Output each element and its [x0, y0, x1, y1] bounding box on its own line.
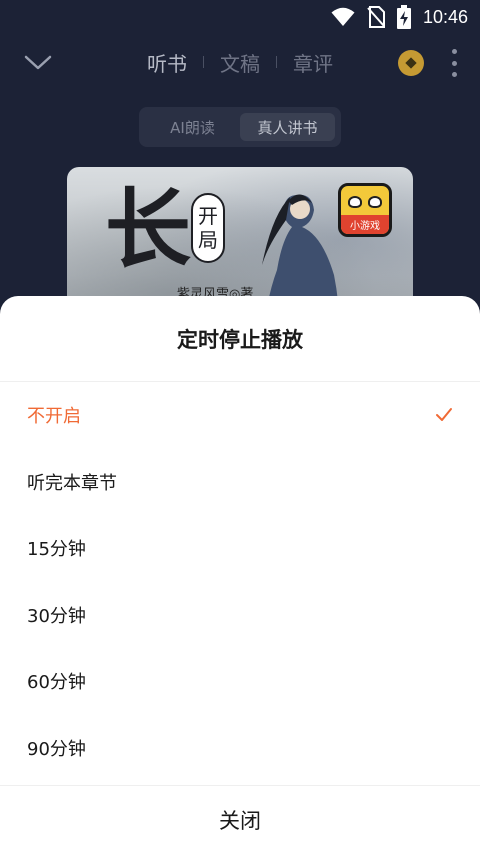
timer-option-end-of-chapter[interactable]: 听完本章节	[0, 449, 480, 516]
sheet-title: 定时停止播放	[0, 296, 480, 382]
timer-option-label: 不开启	[27, 406, 81, 428]
timer-option-label: 15分钟	[27, 539, 86, 561]
timer-option-label: 60分钟	[27, 672, 86, 694]
timer-option-15min[interactable]: 15分钟	[0, 515, 480, 582]
timer-option-label: 听完本章节	[27, 472, 117, 494]
sleep-timer-sheet: 定时停止播放 不开启 听完本章节 15分钟 30分钟 60分钟 90分钟 关闭	[0, 296, 480, 853]
timer-option-label: 90分钟	[27, 738, 86, 760]
close-button[interactable]: 关闭	[0, 785, 480, 853]
timer-option-off[interactable]: 不开启	[0, 382, 480, 449]
mini-game-label: 小游戏	[341, 215, 389, 234]
timer-options-list: 不开启 听完本章节 15分钟 30分钟 60分钟 90分钟	[0, 382, 480, 781]
timer-option-label: 30分钟	[27, 605, 86, 627]
timer-option-60min[interactable]: 60分钟	[0, 648, 480, 715]
timer-option-30min[interactable]: 30分钟	[0, 582, 480, 649]
timer-option-90min[interactable]: 90分钟	[0, 715, 480, 782]
check-icon	[436, 408, 452, 422]
